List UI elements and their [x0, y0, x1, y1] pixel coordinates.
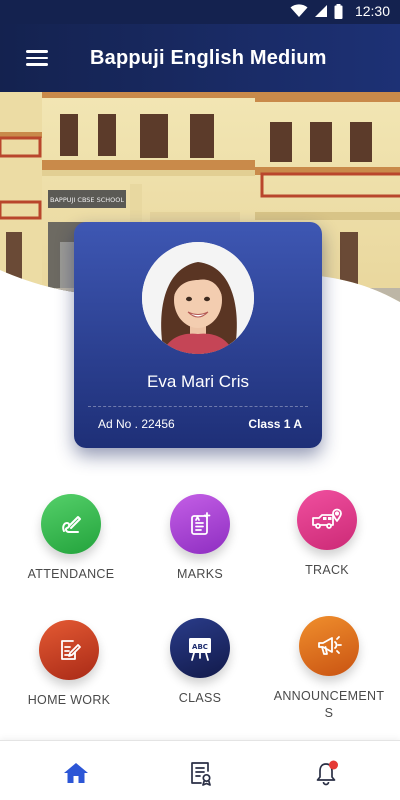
notification-badge: [329, 760, 338, 770]
svg-text:ABC: ABC: [192, 643, 208, 651]
battery-icon: [334, 3, 343, 19]
class-label: CLASS: [178, 691, 222, 705]
classboard-icon: ABC: [170, 618, 230, 678]
card-divider: [88, 406, 308, 407]
marks-icon: [170, 494, 230, 554]
announcements-tile[interactable]: ANNOUNCEMENTS: [264, 616, 394, 722]
bottom-navigation: [0, 740, 400, 800]
admission-number: Ad No . 22456: [98, 417, 175, 431]
attendance-label: ATTENDANCE: [27, 567, 115, 581]
app-title: Bappuji English Medium: [90, 47, 327, 69]
bus-tracking-icon: [297, 490, 357, 550]
report-icon[interactable]: [185, 757, 217, 789]
class-tile[interactable]: ABC CLASS: [135, 618, 265, 707]
home-icon[interactable]: [60, 757, 92, 789]
status-bar: 12:30: [0, 0, 400, 24]
homework-label: HOME WORK: [27, 693, 111, 707]
announcements-label: ANNOUNCEMENTS: [273, 689, 385, 720]
homework-icon: [39, 620, 99, 680]
marks-tile[interactable]: MARKS: [135, 494, 265, 583]
app-bar: Bappuji English Medium: [0, 24, 400, 92]
wifi-icon: [290, 4, 308, 17]
homework-tile[interactable]: HOME WORK: [4, 620, 134, 709]
student-avatar: [142, 242, 254, 354]
signal-icon: [314, 5, 327, 17]
student-class: Class 1 A: [248, 417, 302, 431]
track-label: TRACK: [305, 563, 349, 577]
marks-label: MARKS: [177, 567, 223, 581]
notification-bell-icon[interactable]: [310, 757, 342, 789]
attendance-tile[interactable]: ATTENDANCE: [6, 494, 136, 583]
status-icons: 12:30: [290, 3, 390, 19]
student-profile-card[interactable]: Eva Mari Cris Ad No . 22456 Class 1 A: [74, 222, 322, 448]
attendance-icon: [41, 494, 101, 554]
status-time: 12:30: [354, 3, 390, 19]
school-sign: BAPPUJI CBSE SCHOOL: [50, 196, 124, 204]
student-name: Eva Mari Cris: [146, 372, 249, 391]
track-tile[interactable]: TRACK: [262, 490, 392, 579]
hamburger-menu-icon[interactable]: [26, 46, 66, 70]
megaphone-icon: [299, 616, 359, 676]
